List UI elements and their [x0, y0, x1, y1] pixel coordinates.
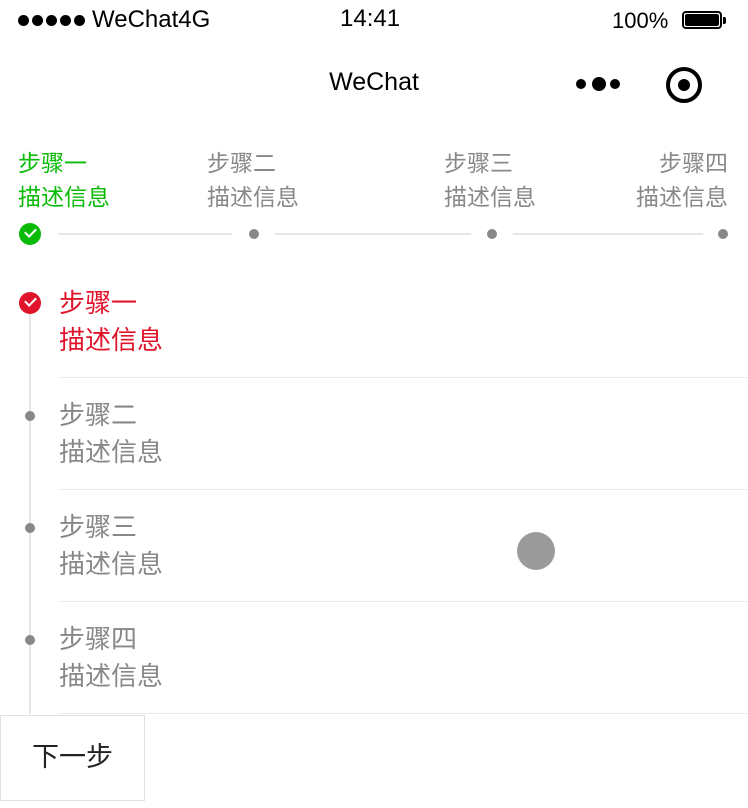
divider [59, 489, 748, 490]
vstep-title: 步骤三 [59, 512, 138, 542]
hstep-3: 步骤三 描述信息 [444, 146, 536, 214]
step-pending-dot-icon [718, 229, 728, 239]
vstep-title: 步骤一 [59, 288, 138, 318]
touch-indicator [517, 532, 555, 570]
hstep-title: 步骤四 [659, 150, 728, 176]
vstep-4: 步骤四 描述信息 [59, 621, 163, 695]
step-pending-dot-icon [487, 229, 497, 239]
next-step-button[interactable]: 下一步 [0, 715, 145, 801]
hstep-title: 步骤一 [18, 150, 87, 176]
hstep-title: 步骤三 [444, 150, 513, 176]
vstep-2: 步骤二 描述信息 [59, 397, 163, 471]
divider [59, 713, 748, 714]
step-done-check-icon [19, 292, 41, 314]
vstep-desc: 描述信息 [59, 549, 164, 579]
hstep-4: 步骤四 描述信息 [636, 146, 728, 214]
carrier-name: WeChat4G [92, 6, 211, 33]
battery-icon [682, 11, 726, 31]
step-connector [58, 233, 232, 235]
divider [59, 377, 748, 378]
hstep-desc: 描述信息 [18, 184, 110, 210]
hstep-desc: 描述信息 [207, 184, 299, 210]
hstep-1: 步骤一 描述信息 [18, 146, 110, 214]
hstep-desc: 描述信息 [636, 184, 728, 210]
hstep-title: 步骤二 [207, 150, 276, 176]
step-connector [275, 233, 471, 235]
vertical-step-line [29, 302, 31, 714]
status-time: 14:41 [340, 5, 401, 32]
vstep-desc: 描述信息 [59, 437, 164, 467]
vstep-3: 步骤三 描述信息 [59, 509, 163, 583]
step-pending-dot-icon [25, 523, 35, 533]
step-pending-dot-icon [249, 229, 259, 239]
vstep-1: 步骤一 描述信息 [59, 285, 163, 359]
hstep-2: 步骤二 描述信息 [207, 146, 299, 214]
hstep-desc: 描述信息 [444, 184, 536, 210]
vstep-desc: 描述信息 [59, 325, 164, 355]
step-done-check-icon [19, 223, 41, 245]
horizontal-steps: 步骤一 描述信息 步骤二 描述信息 步骤三 描述信息 步骤四 描述信息 [0, 146, 748, 256]
step-connector [513, 233, 703, 235]
vstep-title: 步骤二 [59, 400, 138, 430]
vstep-desc: 描述信息 [59, 661, 164, 691]
battery-percentage: 100% [612, 8, 669, 33]
more-menu-icon[interactable] [576, 75, 622, 93]
status-bar: WeChat4G 14:41 100% [0, 0, 748, 40]
divider [59, 601, 748, 602]
page-title: WeChat [329, 68, 419, 96]
step-pending-dot-icon [25, 635, 35, 645]
signal-strength-icon [18, 15, 85, 26]
close-miniprogram-icon[interactable] [666, 67, 702, 103]
vstep-title: 步骤四 [59, 624, 138, 654]
step-pending-dot-icon [25, 411, 35, 421]
